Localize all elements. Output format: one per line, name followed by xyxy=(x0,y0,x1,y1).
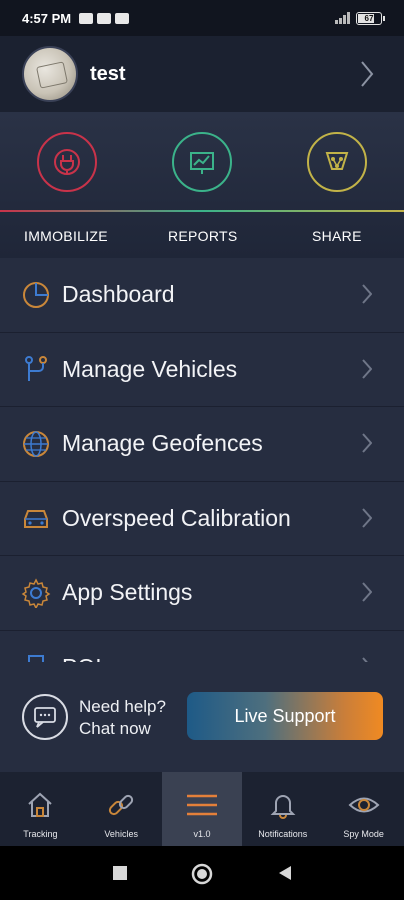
manage-vehicles-icon xyxy=(20,353,52,385)
chevron-right-icon xyxy=(362,358,372,379)
quick-actions-divider xyxy=(0,210,404,212)
battery-level: 67 xyxy=(364,13,374,23)
help-section: Need help? Chat now Live Support xyxy=(0,662,404,772)
chevron-right-icon xyxy=(362,433,372,453)
menu-item-label: Manage Vehicles xyxy=(62,355,238,382)
car-icon xyxy=(20,502,52,534)
status-right: 67 xyxy=(335,11,385,25)
share-label[interactable]: SHARE xyxy=(312,228,362,244)
help-line-1: Need help? xyxy=(79,697,166,716)
immobilize-icon xyxy=(37,132,97,192)
home-icon xyxy=(25,787,55,823)
battery-icon: 67 xyxy=(356,11,385,25)
nav-label: Vehicles xyxy=(104,829,138,839)
immobilize-label[interactable]: IMMOBILIZE xyxy=(24,228,108,244)
menu-item-manage-vehicles[interactable]: Manage Vehicles xyxy=(0,333,404,407)
share-icon xyxy=(307,132,367,192)
nav-label: v1.0 xyxy=(193,829,211,839)
status-bar: 4:57 PM 67 xyxy=(0,0,404,36)
menu-item-overspeed-calibration[interactable]: Overspeed Calibration xyxy=(0,482,404,556)
status-time: 4:57 PM xyxy=(22,10,72,26)
notification-icon xyxy=(97,12,112,24)
menu-item-label: POI xyxy=(62,654,102,662)
bell-icon xyxy=(268,787,298,823)
chevron-right-icon xyxy=(362,507,372,528)
nav-notifications[interactable]: Notifications xyxy=(242,772,323,846)
immobilize-button[interactable] xyxy=(0,132,134,192)
signal-icon xyxy=(335,12,350,24)
globe-icon xyxy=(20,428,52,460)
nav-vehicles[interactable]: Vehicles xyxy=(81,772,162,846)
help-text[interactable]: Need help? Chat now xyxy=(79,696,166,740)
help-line-2: Chat now xyxy=(79,719,151,738)
home-button-icon[interactable] xyxy=(191,863,213,885)
avatar xyxy=(22,46,78,102)
profile-name: test xyxy=(90,62,126,85)
quick-actions: IMMOBILIZE REPORTS SHARE xyxy=(0,112,404,258)
share-button[interactable] xyxy=(270,132,404,192)
menu-item-label: App Settings xyxy=(62,579,193,606)
menu-item-app-settings[interactable]: App Settings xyxy=(0,556,404,631)
nav-label: Spy Mode xyxy=(343,829,384,839)
nav-label: Tracking xyxy=(23,829,58,839)
nav-tracking[interactable]: Tracking xyxy=(0,772,81,846)
chevron-right-icon xyxy=(362,284,372,304)
chevron-right-icon xyxy=(361,61,374,87)
app-screen: 4:57 PM 67 test IMMOBILIZE REPORTS SHARE… xyxy=(0,0,404,900)
menu-item-dashboard[interactable]: Dashboard xyxy=(0,258,404,333)
notification-icon xyxy=(79,12,94,24)
eye-icon xyxy=(348,787,380,823)
system-nav-bar xyxy=(0,846,404,900)
nav-label: Notifications xyxy=(258,829,308,839)
reports-label[interactable]: REPORTS xyxy=(168,228,238,244)
reports-button[interactable] xyxy=(135,132,269,192)
back-icon[interactable] xyxy=(275,863,295,883)
menu-item-label: Dashboard xyxy=(62,281,175,308)
gear-icon xyxy=(20,577,52,609)
menu-item-manage-geofences[interactable]: Manage Geofences xyxy=(0,407,404,482)
menu-item-poi[interactable]: POI xyxy=(0,631,404,662)
menu-item-label: Overspeed Calibration xyxy=(62,504,291,531)
recents-icon[interactable] xyxy=(110,863,130,883)
menu-list: Dashboard Manage Vehicles Manage Geofenc… xyxy=(0,258,404,662)
bottom-nav: Tracking Vehicles v1.0 Notifications Spy… xyxy=(0,772,404,846)
nav-menu[interactable]: v1.0 xyxy=(161,772,243,846)
profile-header[interactable]: test xyxy=(0,36,404,112)
menu-icon xyxy=(185,787,219,823)
reports-icon xyxy=(172,132,232,192)
chevron-right-icon xyxy=(362,582,372,602)
notification-icon xyxy=(115,12,130,24)
nav-spy-mode[interactable]: Spy Mode xyxy=(323,772,404,846)
chat-icon[interactable] xyxy=(22,694,68,740)
live-support-button[interactable]: Live Support xyxy=(187,692,383,740)
poi-icon xyxy=(20,651,52,662)
link-icon xyxy=(106,787,136,823)
menu-item-label: Manage Geofences xyxy=(62,430,263,457)
dashboard-icon xyxy=(20,279,52,311)
